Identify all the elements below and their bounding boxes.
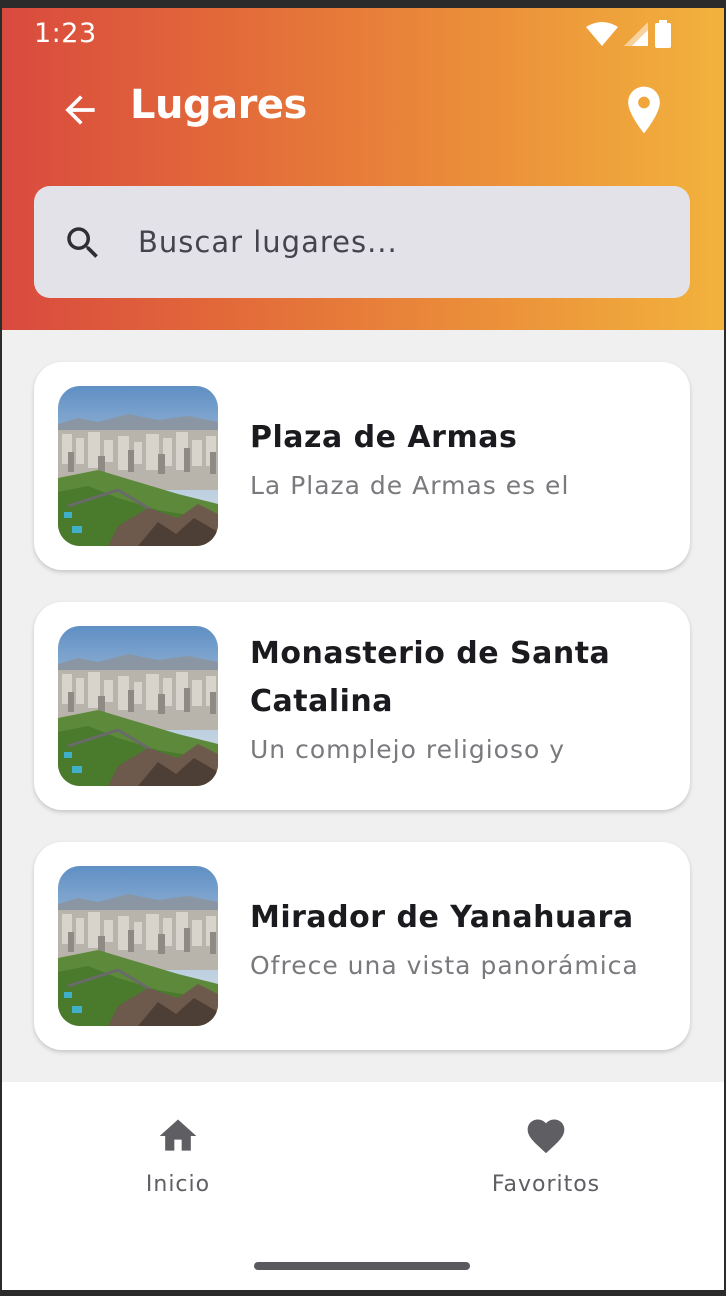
nav-item-inicio[interactable]: Inicio <box>78 1114 278 1214</box>
wifi-icon <box>586 21 618 52</box>
cell-signal-icon <box>624 21 648 52</box>
status-icons <box>586 20 672 53</box>
place-thumbnail <box>58 626 218 786</box>
place-card[interactable]: Plaza de Armas La Plaza de Armas es el <box>34 362 690 570</box>
app-bar: Lugares <box>2 74 724 142</box>
place-thumbnail <box>58 866 218 1026</box>
place-description: Un complejo religioso y <box>250 735 566 764</box>
heart-icon <box>527 1119 565 1154</box>
app-screen: 1:23 Lugares Buscar lugares... Plaza de … <box>2 8 724 1290</box>
place-title: Monasterio de Santa Catalina <box>250 636 611 719</box>
place-description: La Plaza de Armas es el <box>250 471 570 500</box>
status-bar: 1:23 <box>2 8 724 60</box>
home-indicator[interactable] <box>254 1262 470 1270</box>
location-pin-icon <box>628 86 660 134</box>
battery-icon <box>654 20 672 53</box>
nav-label: Favoritos <box>491 1172 601 1197</box>
arrow-back-icon <box>65 95 95 125</box>
page-title: Lugares <box>130 82 307 128</box>
location-button[interactable] <box>624 84 664 136</box>
place-title: Mirador de Yanahuara <box>250 900 634 935</box>
search-input[interactable] <box>138 206 658 278</box>
bottom-navigation: Inicio Favoritos <box>2 1082 724 1290</box>
nav-label: Inicio <box>145 1172 211 1197</box>
place-card[interactable]: Mirador de Yanahuara Ofrece una vista pa… <box>34 842 690 1050</box>
home-icon <box>159 1119 197 1151</box>
back-button[interactable] <box>58 88 102 132</box>
place-thumbnail <box>58 386 218 546</box>
header: 1:23 Lugares <box>2 8 724 330</box>
place-title: Plaza de Armas <box>250 420 518 455</box>
place-card[interactable]: Monasterio de Santa Catalina Un complejo… <box>34 602 690 810</box>
nav-item-favoritos[interactable]: Favoritos <box>446 1114 646 1214</box>
place-description: Ofrece una vista panorámica <box>250 951 639 980</box>
search-icon <box>67 227 98 258</box>
search-bar[interactable] <box>34 186 690 298</box>
status-time: 1:23 <box>34 18 97 49</box>
